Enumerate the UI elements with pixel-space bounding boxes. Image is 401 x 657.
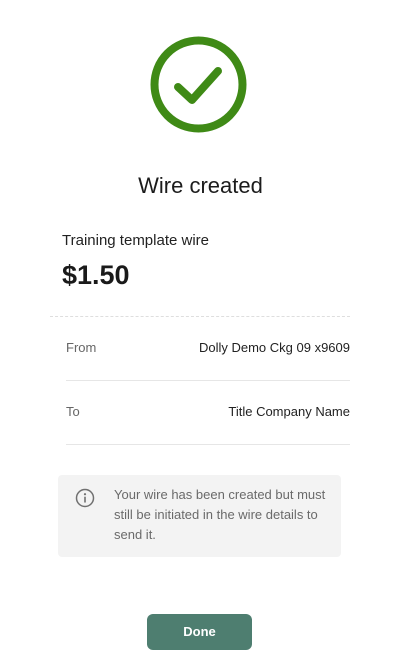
check-circle-icon [150, 36, 247, 133]
from-account: Dolly Demo Ckg 09 x9609 [198, 340, 350, 355]
from-row: From Dolly Demo Ckg 09 x9609 [66, 338, 350, 358]
done-button[interactable]: Done [147, 614, 252, 650]
info-message-box: Your wire has been created but must stil… [58, 475, 341, 557]
to-row: To Title Company Name [66, 402, 350, 422]
row-divider [66, 444, 350, 445]
from-label: From [66, 340, 97, 355]
info-message: Your wire has been created but must stil… [114, 487, 326, 542]
wire-template-name: Training template wire [62, 232, 210, 249]
to-recipient: Title Company Name [228, 404, 350, 419]
info-circle-icon [75, 488, 95, 508]
dashed-divider [50, 316, 350, 317]
row-divider [66, 380, 350, 381]
page-title: Wire created [138, 173, 263, 198]
to-label: To [66, 404, 80, 419]
wire-amount: $1.50 [62, 260, 130, 290]
